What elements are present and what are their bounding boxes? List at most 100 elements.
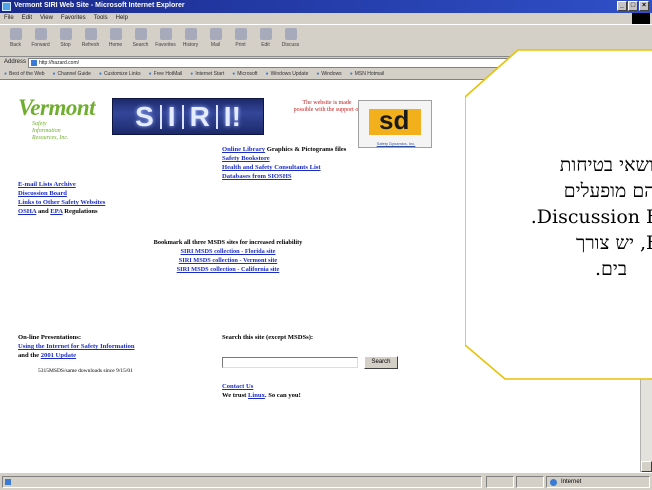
maximize-button[interactable]: □ (628, 1, 638, 11)
sdi-letters: sd (379, 105, 410, 135)
other-websites-link[interactable]: Links to Other Safety Websites (18, 198, 138, 207)
links-item[interactable]: Microsoft (232, 71, 257, 79)
presentations-heading: On-line Presentations: (18, 334, 82, 341)
favorites-button[interactable]: Favorites (154, 28, 177, 56)
menu-help[interactable]: Help (116, 15, 128, 24)
contact-us-link[interactable]: Contact Us (222, 383, 253, 390)
menu-bar: File Edit View Favorites Tools Help (0, 13, 652, 24)
mail-button[interactable]: Mail (204, 28, 227, 56)
online-library-link[interactable]: Online Library (222, 146, 265, 153)
forward-icon (34, 28, 47, 40)
siri-divider (215, 104, 218, 129)
linux-line: We trust Linux. So can you! (222, 392, 301, 399)
stop-icon (59, 28, 72, 40)
home-button[interactable]: Home (104, 28, 127, 56)
search-input[interactable] (222, 357, 358, 368)
window-controls: _ □ × (617, 1, 649, 11)
status-text (2, 476, 482, 488)
back-button[interactable]: Back (4, 28, 27, 56)
refresh-button[interactable]: Refresh (79, 28, 102, 56)
page-status-icon (5, 479, 11, 485)
siri-logo[interactable]: S I R I! (112, 98, 264, 135)
discussion-board-link[interactable]: Discussion Board (18, 189, 138, 198)
status-bar: Internet (0, 472, 652, 490)
search-button[interactable]: Search (364, 356, 398, 369)
internet-safety-link[interactable]: Using the Internet for Safety Informatio… (18, 342, 218, 351)
vermont-logo-sub: Resources, Inc. (32, 135, 69, 141)
links-item[interactable]: Internet Start (190, 71, 224, 79)
library-line: Online Library Graphics & Pictograms fil… (222, 146, 347, 153)
callout-text: נושאי בטיחות והם מופעלים Discussion B. B… (477, 152, 652, 282)
consultants-link[interactable]: Health and Safety Consultants List (222, 163, 422, 172)
history-icon (184, 28, 197, 40)
discuss-button[interactable]: Discuss (279, 28, 302, 56)
refresh-icon (84, 28, 97, 40)
callout-line: B, יש צורך (575, 232, 652, 254)
close-button[interactable]: × (639, 1, 649, 11)
update-link[interactable]: 2001 Update (41, 352, 76, 359)
search-icon (134, 28, 147, 40)
bookstore-link[interactable]: Safety Bookstore (222, 154, 422, 163)
links-item[interactable]: Free HotMail (149, 71, 183, 79)
scroll-down-arrow-icon[interactable] (641, 461, 652, 472)
download-counter: 5315MSDS/same downloads since 9/15/01 (38, 368, 133, 374)
sdi-badge[interactable]: sd Safety Dynamics, Inc. (358, 100, 432, 148)
msds-florida-link[interactable]: SIRI MSDS collection - Florida site (118, 247, 338, 256)
menu-edit[interactable]: Edit (22, 15, 32, 24)
linux-link[interactable]: Linux (248, 392, 265, 399)
menu-view[interactable]: View (40, 15, 53, 24)
callout-line: בים. (594, 258, 627, 280)
regulations-line: OSHA and EPA Regulations (18, 208, 98, 215)
msds-vermont-link[interactable]: SIRI MSDS collection - Vermont site (118, 256, 338, 265)
menu-tools[interactable]: Tools (94, 15, 108, 24)
email-archive-link[interactable]: E-mail Lists Archive (18, 180, 138, 189)
links-item[interactable]: Windows (316, 71, 341, 79)
edit-icon (259, 28, 272, 40)
siri-letter: I (167, 100, 176, 132)
callout-bubble: נושאי בטיחות והם מופעלים Discussion B. B… (465, 47, 652, 382)
menu-file[interactable]: File (4, 15, 14, 24)
home-icon (109, 28, 122, 40)
history-button[interactable]: History (179, 28, 202, 56)
msds-bookmark-block: Bookmark all three MSDS sites for increa… (118, 238, 338, 274)
siri-letter: I! (223, 100, 241, 132)
siri-divider (181, 104, 184, 129)
links-item[interactable]: Channel Guide (53, 71, 91, 79)
siri-letter: R (189, 100, 210, 132)
siri-divider (159, 104, 162, 129)
discuss-icon (284, 28, 297, 40)
back-icon (9, 28, 22, 40)
mail-icon (209, 28, 222, 40)
status-segment (516, 476, 544, 488)
minimize-button[interactable]: _ (617, 1, 627, 11)
databases-link[interactable]: Databases from SIOSHS (222, 172, 422, 181)
update-line: and the 2001 Update (18, 352, 77, 359)
menu-favorites[interactable]: Favorites (61, 15, 86, 24)
msds-california-link[interactable]: SIRI MSDS collection - California site (118, 265, 338, 274)
search-button-toolbar[interactable]: Search (129, 28, 152, 56)
epa-link[interactable]: EPA (50, 208, 62, 215)
print-icon (234, 28, 247, 40)
bookmark-heading: Bookmark all three MSDS sites for increa… (153, 239, 303, 246)
links-item[interactable]: MSN Hotmail (350, 71, 384, 79)
address-label: Address (4, 59, 27, 65)
contact-block: Contact Us We trust Linux. So can you! (222, 382, 422, 400)
links-item[interactable]: Best of the Web (4, 71, 44, 79)
ie-icon (2, 2, 11, 11)
links-item[interactable]: Customize Links (99, 71, 141, 79)
stop-button[interactable]: Stop (54, 28, 77, 56)
print-button[interactable]: Print (229, 28, 252, 56)
osha-link[interactable]: OSHA (18, 208, 36, 215)
forward-button[interactable]: Forward (29, 28, 52, 56)
made-possible-text: The website is made possible with the su… (293, 100, 361, 113)
right-links-column: Online Library Graphics & Pictograms fil… (222, 145, 422, 181)
edit-button[interactable]: Edit (254, 28, 277, 56)
left-links-column: E-mail Lists Archive Discussion Board Li… (18, 180, 138, 216)
siri-letter: S (135, 100, 154, 132)
page-icon (31, 60, 37, 66)
address-value: http://hazard.com/ (39, 60, 80, 66)
links-item[interactable]: Windows Update (266, 71, 309, 79)
window-title-bar: Vermont SIRI Web Site - Microsoft Intern… (0, 0, 652, 13)
presentations-block: On-line Presentations: Using the Interne… (18, 333, 218, 360)
throbber-icon (632, 13, 650, 24)
